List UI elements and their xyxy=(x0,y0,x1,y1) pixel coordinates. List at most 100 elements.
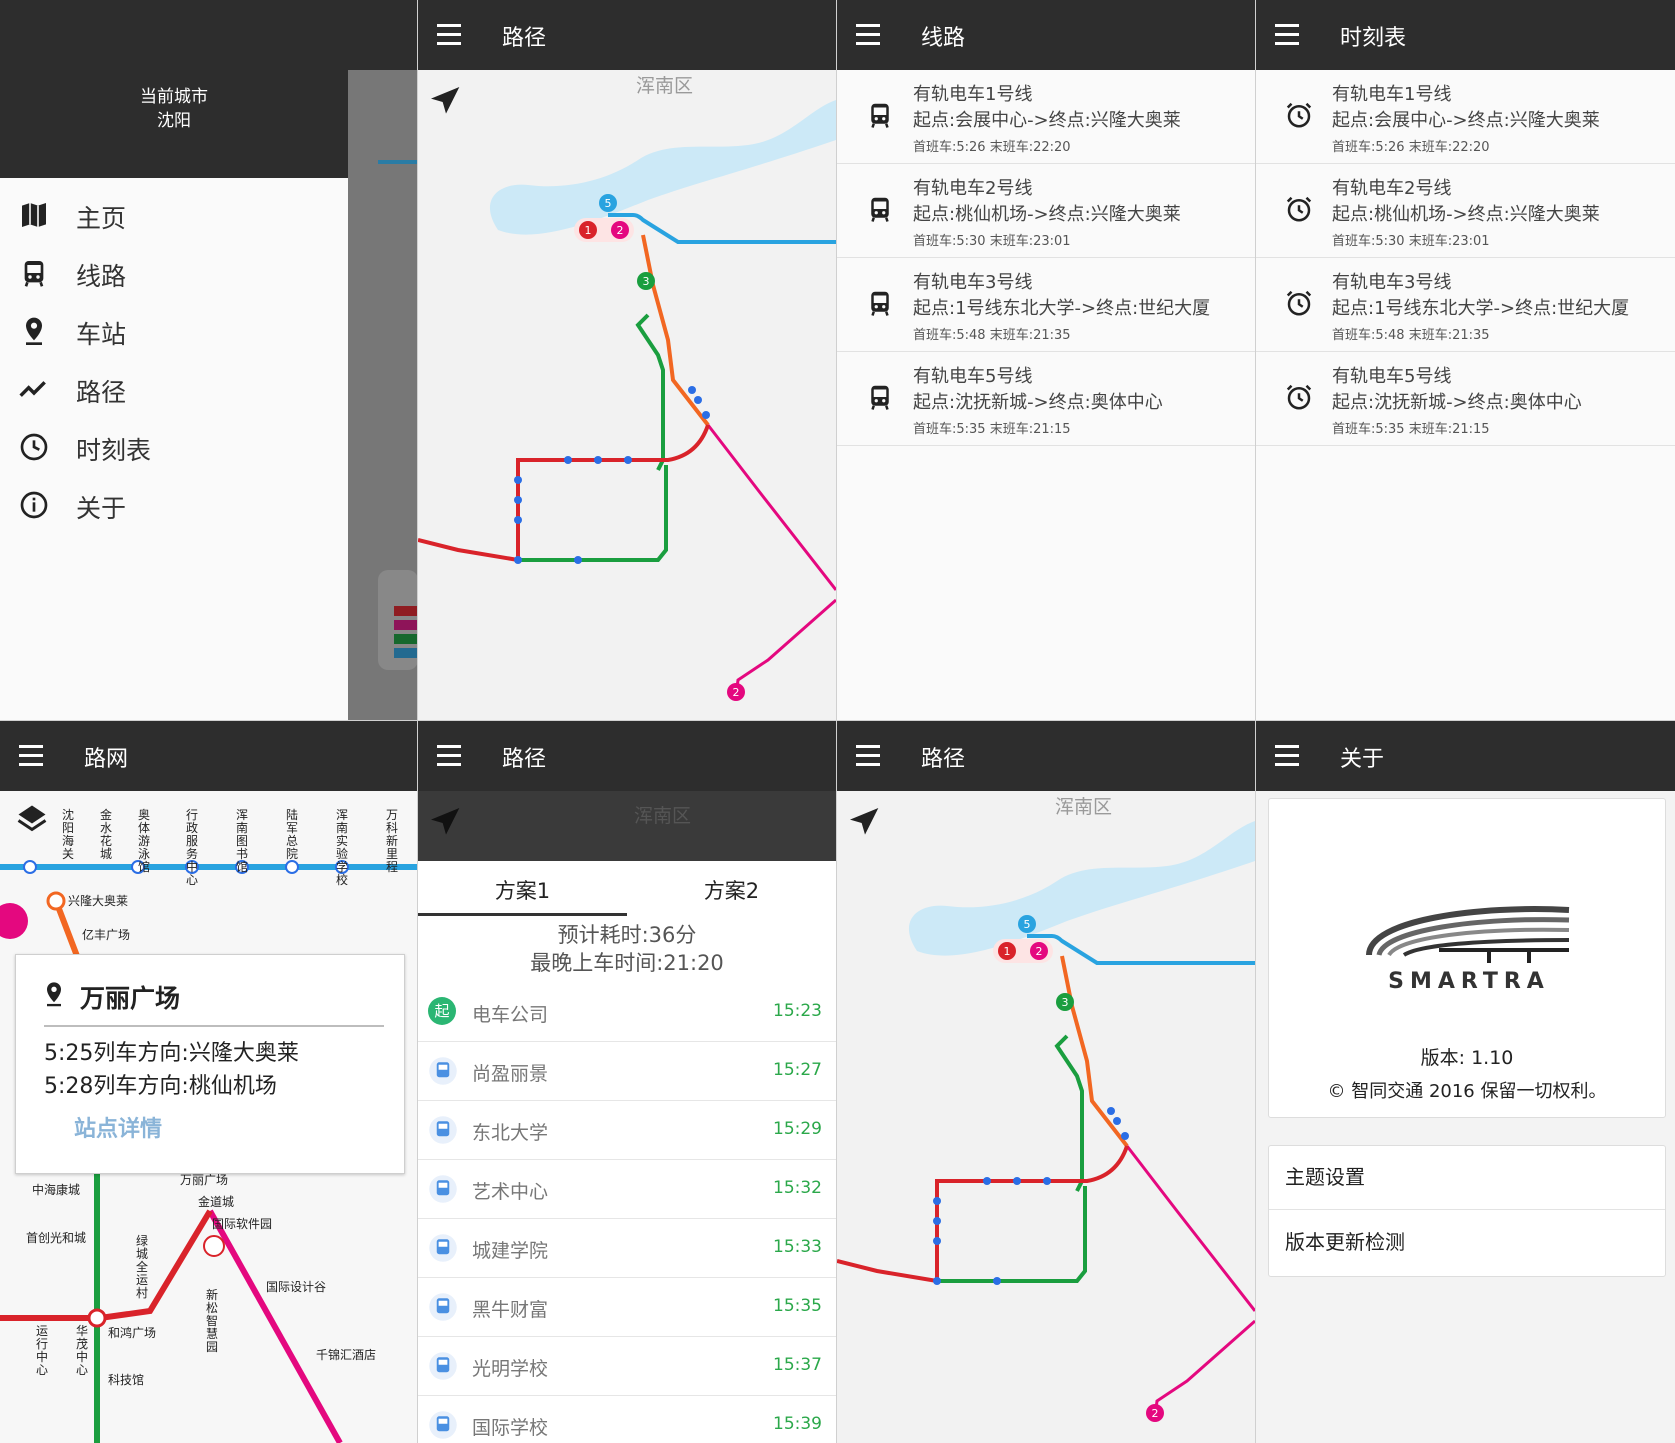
tram-icon xyxy=(24,261,44,287)
line-name: 有轨电车1号线 xyxy=(913,84,1033,105)
line-3-badge-label: 3 xyxy=(643,275,650,288)
separator xyxy=(1255,0,1256,1443)
timetable-list-item[interactable]: 有轨电车2号线 起点:桃仙机场->终点:兴隆大奥莱 首班车:5:30 末班车:2… xyxy=(1256,164,1675,258)
station-label: 万科新里程 xyxy=(386,808,399,874)
line-hours: 首班车:5:30 末班车:23:01 xyxy=(1332,234,1490,249)
layers-icon[interactable] xyxy=(14,801,50,837)
network-label-keji: 科技馆 xyxy=(108,1372,144,1387)
menu-icon[interactable] xyxy=(851,18,885,52)
network-label-zhonghai: 中海康城 xyxy=(32,1182,80,1197)
line-route: 起点:会展中心->终点:兴隆大奥莱 xyxy=(1332,110,1600,131)
drawer-item-label: 路径 xyxy=(76,378,127,407)
line-list-item[interactable]: 有轨电车3号线 起点:1号线东北大学->终点:世纪大厦 首班车:5:48 末班车… xyxy=(837,258,1255,352)
tram-icon xyxy=(871,385,889,410)
drawer-item-label: 车站 xyxy=(76,320,127,349)
stop-row[interactable]: 尚盈丽景 15:27 xyxy=(418,1042,836,1101)
tram-icon xyxy=(429,1116,457,1144)
drawer-item-about[interactable]: 关于 xyxy=(0,475,348,533)
separator xyxy=(836,0,837,1443)
drawer-item-label: 线路 xyxy=(76,262,127,291)
about-card: SMARTRA 版本: 1.10 © 智同交通 2016 保留一切权利。 xyxy=(1268,798,1666,1118)
timetable-screen: 时刻表 有轨电车1号线 起点:会展中心->终点:兴隆大奥莱 首班车:5:26 末… xyxy=(1256,0,1675,720)
network-label-sheji: 国际设计谷 xyxy=(266,1280,326,1294)
menu-icon[interactable] xyxy=(14,739,48,773)
line-name: 有轨电车5号线 xyxy=(913,366,1033,387)
navigation-arrow-icon xyxy=(431,808,460,835)
check-update-button[interactable]: 版本更新检测 xyxy=(1269,1210,1665,1274)
line-1-badge-label: 1 xyxy=(1004,945,1011,958)
navigation-arrow-icon[interactable] xyxy=(845,803,885,843)
app-bar: 路径 xyxy=(418,721,836,791)
app-bar: 路径 xyxy=(418,0,836,70)
tab-plan-1[interactable]: 方案1 xyxy=(418,875,627,905)
stop-row[interactable]: 国际学校 15:39 xyxy=(418,1396,836,1443)
line-hours: 首班车:5:26 末班车:22:20 xyxy=(1332,140,1490,155)
separator xyxy=(0,720,1675,721)
line-hours: 首班车:5:35 末班车:21:15 xyxy=(1332,422,1490,437)
screen-title: 关于 xyxy=(1340,747,1385,772)
line-2-badge xyxy=(0,903,28,939)
tram-network-map[interactable]: 浑南区 5 1 2 3 2 xyxy=(418,70,836,720)
line-list-item[interactable]: 有轨电车1号线 起点:会展中心->终点:兴隆大奥莱 首班车:5:26 末班车:2… xyxy=(837,70,1255,164)
menu-icon[interactable] xyxy=(432,18,466,52)
timetable-list-item[interactable]: 有轨电车5号线 起点:沈抚新城->终点:奥体中心 首班车:5:35 末班车:21… xyxy=(1256,352,1675,446)
line-list-item[interactable]: 有轨电车5号线 起点:沈抚新城->终点:奥体中心 首班车:5:35 末班车:21… xyxy=(837,352,1255,446)
stop-row[interactable]: 艺术中心 15:32 xyxy=(418,1160,836,1219)
line-5-badge-label: 5 xyxy=(605,197,612,210)
app-bar: 路径 xyxy=(837,721,1255,791)
menu-icon[interactable] xyxy=(432,739,466,773)
line-1-badge-label: 1 xyxy=(585,224,592,237)
drawer-item-stations[interactable]: 车站 xyxy=(0,301,348,359)
network-label-wanli: 万丽广场 xyxy=(180,1173,228,1187)
stop-row[interactable]: 东北大学 15:29 xyxy=(418,1101,836,1160)
tram-icon xyxy=(429,1175,457,1203)
station-label: 行政服务中心 xyxy=(186,808,199,887)
navigation-drawer: 当前城市 沈阳 主页 线路 车站 路径 时刻表 关于 xyxy=(0,0,348,720)
station-details-link[interactable]: 站点详情 xyxy=(74,1111,162,1143)
line-route: 起点:桃仙机场->终点:兴隆大奥莱 xyxy=(913,204,1181,225)
network-label-qianjin: 千锦汇酒店 xyxy=(316,1348,376,1362)
line-list-item[interactable]: 有轨电车2号线 起点:桃仙机场->终点:兴隆大奥莱 首班车:5:30 末班车:2… xyxy=(837,164,1255,258)
stop-name: 国际学校 xyxy=(472,1417,549,1439)
alarm-clock-icon xyxy=(1286,102,1312,128)
stop-row[interactable]: 黑牛财富 15:35 xyxy=(418,1278,836,1337)
network-label-heihong: 和鸿广场 xyxy=(108,1326,156,1340)
line-2-terminal-label: 2 xyxy=(1152,1407,1159,1420)
tram-icon xyxy=(429,1293,457,1321)
theme-settings-button[interactable]: 主题设置 xyxy=(1269,1146,1665,1210)
stop-row-start[interactable]: 起 电车公司 15:23 xyxy=(418,983,836,1042)
screen-title: 路网 xyxy=(84,747,129,772)
plan-tabs: 方案1 方案2 xyxy=(418,861,836,917)
stop-row[interactable]: 城建学院 15:33 xyxy=(418,1219,836,1278)
tram-icon xyxy=(871,291,889,316)
timetable-list-item[interactable]: 有轨电车1号线 起点:会展中心->终点:兴隆大奥莱 首班车:5:26 末班车:2… xyxy=(1256,70,1675,164)
menu-icon[interactable] xyxy=(851,739,885,773)
station-popup: 万丽广场 5:25列车方向:兴隆大奥莱 5:28列车方向:桃仙机场 站点详情 xyxy=(15,954,405,1174)
line-hours: 首班车:5:30 末班车:23:01 xyxy=(913,234,1071,249)
navigation-arrow-icon[interactable] xyxy=(426,82,466,122)
timetable-list-item[interactable]: 有轨电车3号线 起点:1号线东北大学->终点:世纪大厦 首班车:5:48 末班车… xyxy=(1256,258,1675,352)
drawer-item-route[interactable]: 路径 xyxy=(0,359,348,417)
drawer-item-lines[interactable]: 线路 xyxy=(0,243,348,301)
tram-icon xyxy=(429,1411,457,1439)
stop-name: 艺术中心 xyxy=(472,1181,549,1203)
popup-train-1: 5:25列车方向:兴隆大奥莱 xyxy=(44,1041,299,1066)
menu-icon[interactable] xyxy=(1270,18,1304,52)
station-label: 金水花城 xyxy=(100,808,113,861)
stop-name: 尚盈丽景 xyxy=(472,1063,549,1085)
alarm-clock-icon xyxy=(1286,290,1312,316)
tab-plan-2[interactable]: 方案2 xyxy=(627,875,836,905)
line-name: 有轨电车3号线 xyxy=(913,272,1033,293)
drawer-item-timetable[interactable]: 时刻表 xyxy=(0,417,348,475)
estimated-time: 预计耗时:36分 xyxy=(557,923,697,947)
line-route: 起点:沈抚新城->终点:奥体中心 xyxy=(1332,392,1582,413)
start-badge: 起 xyxy=(428,997,456,1025)
stop-row[interactable]: 光明学校 15:37 xyxy=(418,1337,836,1396)
drawer-screen: 当前城市 沈阳 主页 线路 车站 路径 时刻表 关于 xyxy=(0,0,418,720)
tram-network-map[interactable]: 浑南区 5 1 2 3 2 xyxy=(837,791,1255,1443)
app-bar: 关于 xyxy=(1256,721,1675,791)
network-label-ruanjian: 国际软件园 xyxy=(212,1217,272,1231)
drawer-item-home[interactable]: 主页 xyxy=(0,185,348,243)
menu-icon[interactable] xyxy=(1270,739,1304,773)
network-label-yifeng: 亿丰广场 xyxy=(82,927,130,942)
